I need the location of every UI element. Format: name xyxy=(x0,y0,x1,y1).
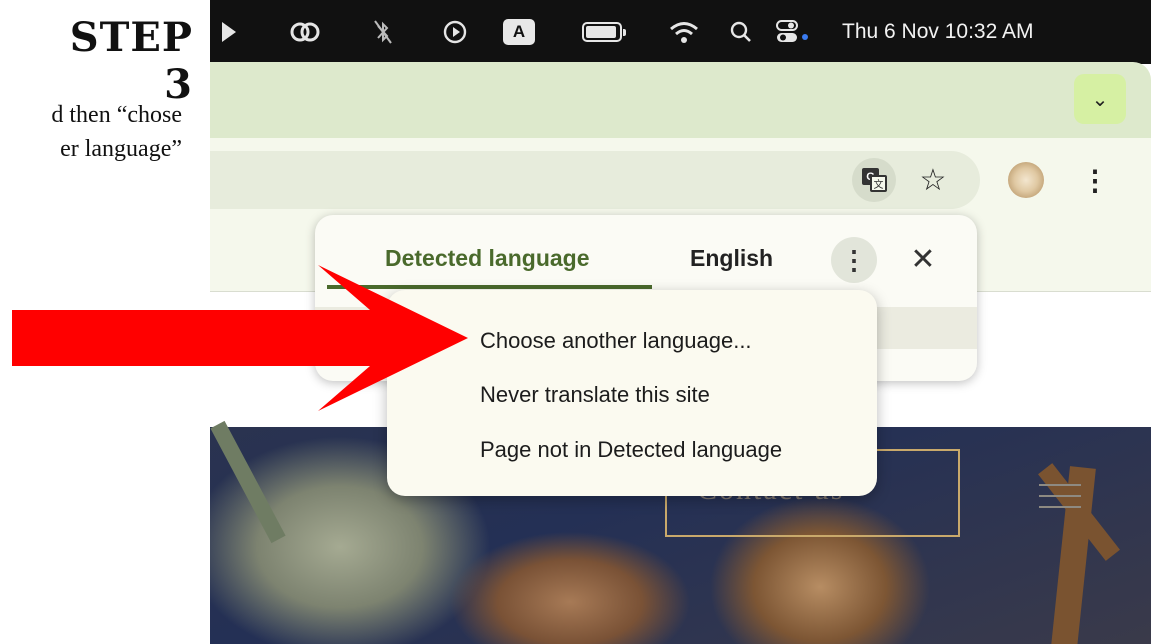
tab-english[interactable]: English xyxy=(690,245,773,272)
chevron-right-icon[interactable] xyxy=(214,0,244,64)
battery-icon[interactable] xyxy=(576,0,628,64)
close-button[interactable]: ✕ xyxy=(903,239,943,279)
step-instructions-line-1: d then “chose xyxy=(51,102,182,128)
control-center-icon[interactable] xyxy=(773,0,813,64)
clock-text: Thu 6 Nov 10:32 AM xyxy=(842,20,1034,43)
translate-icon[interactable]: G文 xyxy=(852,158,896,202)
avatar[interactable] xyxy=(1008,162,1044,198)
more-vertical-icon: ⋮ xyxy=(841,244,867,275)
browser-screenshot: A Thu 6 Nov 10:32 AM ⌄ G文 ☆ ⋮ xyxy=(210,0,1151,644)
hero-figure-arm xyxy=(210,420,286,544)
chevron-down-icon: ⌄ xyxy=(1091,88,1109,111)
translate-options-button[interactable]: ⋮ xyxy=(831,237,877,283)
step-instructions: d then “chose er language” xyxy=(51,98,182,166)
tab-search-button[interactable]: ⌄ xyxy=(1074,74,1126,124)
menu-item-choose-another-language[interactable]: Choose another language... xyxy=(480,328,752,354)
bluetooth-off-icon[interactable] xyxy=(368,0,398,64)
wifi-icon[interactable] xyxy=(666,0,702,64)
star-icon[interactable]: ☆ xyxy=(915,158,951,202)
menu-bar-clock[interactable]: Thu 6 Nov 10:32 AM xyxy=(842,0,1132,64)
translate-options-menu: Choose another language... Never transla… xyxy=(387,290,877,496)
close-icon: ✕ xyxy=(910,242,936,276)
input-source-icon[interactable]: A xyxy=(499,0,539,64)
input-source-label: A xyxy=(503,19,535,45)
step-title: STEP 3 xyxy=(69,14,193,108)
creative-cloud-icon[interactable] xyxy=(285,0,325,64)
menu-item-never-translate-site[interactable]: Never translate this site xyxy=(480,382,710,408)
search-icon[interactable] xyxy=(726,0,756,64)
more-icon[interactable]: ⋮ xyxy=(1080,158,1110,202)
menu-bar: A Thu 6 Nov 10:32 AM xyxy=(210,0,1151,64)
browser-toolbar: G文 ☆ ⋮ xyxy=(210,138,1151,222)
play-icon[interactable] xyxy=(440,0,470,64)
step-instructions-line-2: er language” xyxy=(60,136,182,162)
hamburger-menu-icon[interactable] xyxy=(1039,484,1081,508)
menu-item-page-not-in-language[interactable]: Page not in Detected language xyxy=(480,437,782,463)
active-tab-indicator xyxy=(327,285,652,289)
tab-detected-language[interactable]: Detected language xyxy=(385,245,590,272)
tab-strip: ⌄ xyxy=(210,62,1151,140)
